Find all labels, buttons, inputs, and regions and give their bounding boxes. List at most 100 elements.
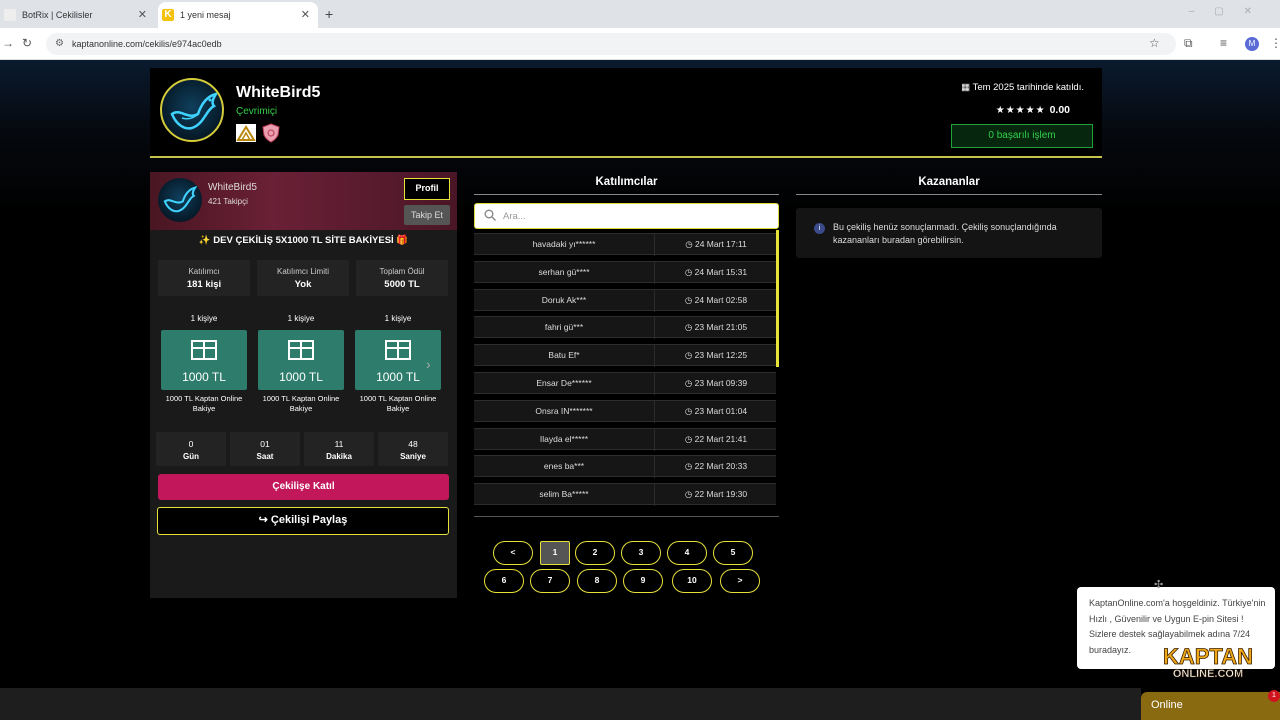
- follower-count: 421 Takipçi: [208, 197, 248, 206]
- row-divider: [654, 400, 655, 423]
- page-button[interactable]: 3: [621, 541, 661, 565]
- url-text: kaptanonline.com/cekilis/e974ac0edb: [72, 39, 222, 49]
- chat-online-bar[interactable]: Online: [1141, 692, 1280, 720]
- next-page-button[interactable]: >: [720, 569, 760, 593]
- participant-row: Ilayda el***** ◷ 22 Mart 21:41: [474, 427, 776, 451]
- winners-info-text: Bu çekiliş henüz sonuçlanmadı. Çekiliş s…: [833, 222, 1057, 245]
- menu-icon[interactable]: ⋮: [1270, 36, 1280, 50]
- joined-date: ▦ Tem 2025 tarihinde katıldı.: [961, 82, 1084, 93]
- success-count-badge: 0 başarılı işlem: [951, 124, 1093, 148]
- participant-name: Onsra IN*******: [535, 405, 593, 416]
- participant-limit-stat: Katılımcı Limiti Yok: [257, 260, 349, 296]
- profile-button[interactable]: Profil: [404, 178, 450, 200]
- info-icon: i: [814, 223, 825, 234]
- prize-card: 1 kişiye 1000 TL 1000 TL Kaptan Online B…: [255, 306, 347, 414]
- participant-count-stat: Katılımcı 181 kişi: [158, 260, 250, 296]
- browser-tab-active[interactable]: K 1 yeni mesaj ✕: [158, 2, 318, 28]
- calendar-icon: ▦: [961, 82, 973, 93]
- bird-icon: [170, 92, 219, 130]
- row-divider: [654, 317, 655, 340]
- new-tab-button[interactable]: +: [325, 6, 333, 22]
- panel-owner-name: WhiteBird5: [208, 182, 257, 193]
- owner-avatar[interactable]: [160, 78, 224, 142]
- prev-page-button[interactable]: <: [493, 541, 533, 565]
- profile-avatar[interactable]: M: [1245, 37, 1259, 51]
- tab-title: BotRix | Cekilisler: [22, 10, 93, 20]
- participant-row: fahri gü*** ◷ 23 Mart 21:05: [474, 316, 776, 340]
- close-icon[interactable]: ✣: [1154, 578, 1163, 591]
- gift-icon: [191, 340, 217, 360]
- page-footer: [0, 688, 1141, 720]
- row-divider: [654, 289, 655, 312]
- participant-list: havadaki yı****** ◷ 24 Mart 17:11 serhan g…: [474, 233, 776, 511]
- extensions-icon[interactable]: ⧉: [1184, 36, 1193, 51]
- page-button[interactable]: 2: [575, 541, 615, 565]
- page-button[interactable]: 4: [667, 541, 707, 565]
- close-tab-icon[interactable]: ✕: [301, 8, 310, 21]
- countdown-minutes: 11 Dakika: [304, 432, 374, 466]
- participant-name: enes ba***: [543, 461, 585, 472]
- participant-date: ◷ 23 Mart 09:39: [684, 377, 748, 388]
- participant-date: ◷ 23 Mart 21:05: [684, 322, 748, 333]
- address-bar-row: → ↻ ⚙ kaptanonline.com/cekilis/e974ac0ed…: [0, 28, 1280, 60]
- panel-avatar[interactable]: [158, 178, 202, 222]
- shield-badge-icon: [262, 123, 280, 143]
- browser-tab[interactable]: BotRix | Cekilisler ✕: [0, 2, 155, 28]
- participant-name: havadaki yı******: [532, 239, 596, 249]
- kaptan-favicon-icon: K: [162, 9, 174, 21]
- forward-icon[interactable]: →: [2, 36, 14, 50]
- page-button[interactable]: 8: [577, 569, 617, 593]
- page-button[interactable]: 6: [484, 569, 524, 593]
- participant-date: ◷ 24 Mart 15:31: [684, 266, 748, 277]
- countdown-seconds: 48 Saniye: [378, 432, 448, 466]
- participant-row: Ensar De****** ◷ 23 Mart 09:39: [474, 371, 776, 395]
- page-button[interactable]: 7: [530, 569, 570, 593]
- gift-icon: [385, 340, 411, 360]
- page-button[interactable]: 9: [623, 569, 663, 593]
- participant-row: serhan gü**** ◷ 24 Mart 15:31: [474, 260, 776, 284]
- clock-icon: ◷: [684, 266, 695, 277]
- tab-title: 1 yeni mesaj: [180, 10, 231, 20]
- join-giveaway-button[interactable]: Çekilişe Katıl: [158, 474, 449, 500]
- participant-name: Ensar De******: [536, 377, 592, 388]
- participants-heading: Katılımcılar: [474, 176, 779, 195]
- search-input[interactable]: Ara...: [474, 203, 779, 229]
- svg-text:ONLINE.COM: ONLINE.COM: [1173, 668, 1243, 680]
- stars-icon: ★★★★★: [995, 105, 1046, 116]
- participant-row: Batu Ef* ◷ 23 Mart 12:25: [474, 344, 776, 368]
- site-settings-icon[interactable]: ⚙: [55, 33, 64, 55]
- clock-icon: ◷: [684, 322, 695, 333]
- reload-icon[interactable]: ↻: [22, 36, 32, 50]
- page-button[interactable]: 5: [713, 541, 753, 565]
- giveaway-panel: WhiteBird5 421 Takipçi Profil Takip Et ✨…: [150, 172, 457, 598]
- chevron-right-icon[interactable]: ›: [426, 356, 431, 372]
- browser-tabbar: BotRix | Cekilisler ✕ K 1 yeni mesaj ✕ +…: [0, 0, 1280, 28]
- url-field[interactable]: ⚙ kaptanonline.com/cekilis/e974ac0edb: [46, 33, 1176, 55]
- rating-value: 0.00: [1049, 104, 1070, 116]
- list-scrollbar[interactable]: [776, 230, 779, 367]
- page-button[interactable]: 10: [672, 569, 712, 593]
- close-tab-icon[interactable]: ✕: [138, 8, 147, 21]
- clock-icon: ◷: [684, 433, 695, 444]
- row-divider: [654, 456, 655, 479]
- window-controls[interactable]: –▢✕: [1189, 6, 1272, 17]
- kaptan-online-logo: KAPTAN ONLINE.COM: [1163, 644, 1254, 680]
- rating: ★★★★★ 0.00: [996, 104, 1070, 116]
- page-button[interactable]: 1: [540, 541, 570, 565]
- bookmark-star-icon[interactable]: ☆: [1149, 36, 1160, 50]
- participant-date: ◷ 22 Mart 20:33: [684, 461, 748, 472]
- participant-date: ◷ 23 Mart 12:25: [684, 350, 748, 361]
- reading-list-icon[interactable]: ≡: [1220, 36, 1227, 50]
- participant-row: selim Ba***** ◷ 22 Mart 19:30: [474, 483, 776, 507]
- participant-name: serhan gü****: [538, 266, 590, 277]
- share-giveaway-button[interactable]: ↪ Çekilişi Paylaş: [157, 507, 449, 535]
- countdown-hours: 01 Saat: [230, 432, 300, 466]
- participant-name: Doruk Ak***: [541, 294, 587, 305]
- follow-button[interactable]: Takip Et: [404, 205, 450, 225]
- row-divider: [654, 428, 655, 451]
- participant-date: ◷ 23 Mart 01:04: [684, 405, 748, 416]
- share-icon: ↪: [258, 514, 271, 526]
- owner-name: WhiteBird5: [236, 84, 321, 101]
- row-divider: [654, 372, 655, 395]
- participant-row: havadaki yı****** ◷ 24 Mart 17:11: [474, 233, 776, 256]
